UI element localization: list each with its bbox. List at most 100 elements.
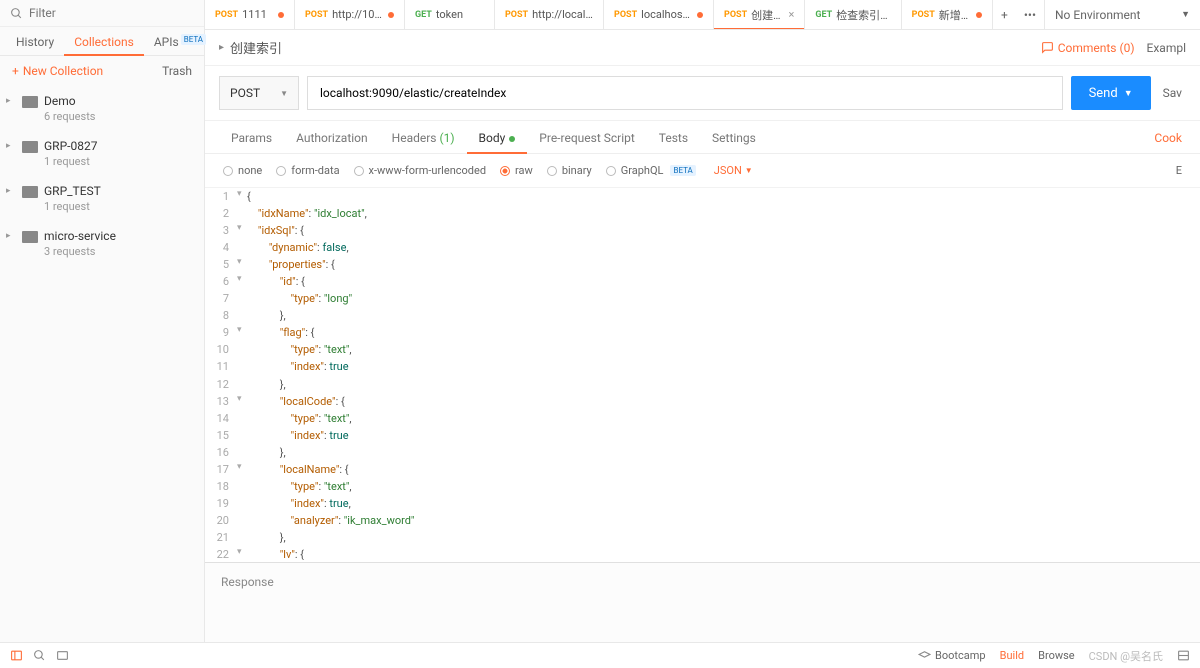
comments-button[interactable]: Comments (0) [1041,41,1135,55]
fold-toggle-icon[interactable]: ▾ [237,393,247,410]
find-icon[interactable] [33,649,46,662]
send-button[interactable]: Send▼ [1071,76,1151,110]
request-tab[interactable]: POST http://localho... [495,0,604,29]
trash-link[interactable]: Trash [162,64,192,78]
request-tab[interactable]: POST 创建索引× [714,0,805,29]
fold-toggle-icon[interactable] [237,444,247,461]
method-badge: POST [305,10,328,20]
method-select[interactable]: POST ▼ [219,76,299,110]
code-line[interactable]: 13 ▾ "localCode": { [205,393,1200,410]
code-line[interactable]: 14 "type": "text", [205,410,1200,427]
fold-toggle-icon[interactable] [237,495,247,512]
fold-toggle-icon[interactable]: ▾ [237,461,247,478]
code-line[interactable]: 20 "analyzer": "ik_max_word" [205,512,1200,529]
close-icon[interactable]: × [788,8,794,21]
fold-toggle-icon[interactable] [237,376,247,393]
code-editor[interactable]: 1 ▾ {2 "idxName": "idx_locat",3 ▾ "idxSq… [205,188,1200,562]
fold-toggle-icon[interactable]: ▾ [237,222,247,239]
collection-item[interactable]: ▸ GRP-08271 request [0,131,204,176]
new-collection-button[interactable]: +New Collection [12,64,103,78]
save-button[interactable]: Sav [1159,76,1186,110]
line-number: 11 [205,358,237,375]
request-tab[interactable]: POST 1111 [205,0,295,29]
body-type-graphql[interactable]: GraphQLBETA [606,164,696,177]
subtab-prerequest[interactable]: Pre-request Script [527,121,646,153]
code-line[interactable]: 22 ▾ "lv": { [205,546,1200,562]
body-type-raw[interactable]: raw [500,164,533,177]
code-line[interactable]: 6 ▾ "id": { [205,273,1200,290]
body-type-none[interactable]: none [223,164,262,177]
code-line[interactable]: 4 "dynamic": false, [205,239,1200,256]
code-line[interactable]: 2 "idxName": "idx_locat", [205,205,1200,222]
raw-format-select[interactable]: JSON▼ [714,164,753,177]
console-icon[interactable] [56,649,69,662]
request-tab[interactable]: POST localhost:9090... [604,0,714,29]
fold-toggle-icon[interactable] [237,529,247,546]
code-line[interactable]: 8 }, [205,307,1200,324]
panel-layout-icon[interactable] [1177,649,1190,662]
code-line[interactable]: 10 "type": "text", [205,341,1200,358]
cookies-link[interactable]: Cook [1150,121,1186,153]
fold-toggle-icon[interactable]: ▾ [237,546,247,562]
fold-toggle-icon[interactable] [237,341,247,358]
fold-toggle-icon[interactable]: ▾ [237,256,247,273]
code-line[interactable]: 11 "index": true [205,358,1200,375]
code-line[interactable]: 7 "type": "long" [205,290,1200,307]
fold-toggle-icon[interactable]: ▾ [237,273,247,290]
code-line[interactable]: 12 }, [205,376,1200,393]
code-line[interactable]: 1 ▾ { [205,188,1200,205]
fold-toggle-icon[interactable] [237,358,247,375]
fold-toggle-icon[interactable] [237,410,247,427]
unsaved-dot-icon [388,12,394,18]
body-type-binary[interactable]: binary [547,164,592,177]
tab-collections[interactable]: Collections [64,27,144,55]
url-input[interactable] [307,76,1063,110]
code-line[interactable]: 15 "index": true [205,427,1200,444]
fold-toggle-icon[interactable] [237,290,247,307]
body-type-xwww[interactable]: x-www-form-urlencoded [354,164,487,177]
request-tab[interactable]: POST http://10.128.... [295,0,405,29]
sidebar-toggle-icon[interactable] [10,649,23,662]
body-type-formdata[interactable]: form-data [276,164,339,177]
code-line[interactable]: 17 ▾ "localName": { [205,461,1200,478]
subtab-tests[interactable]: Tests [647,121,700,153]
build-link[interactable]: Build [1000,649,1024,662]
beautify-link[interactable]: E [1176,164,1182,177]
tab-history[interactable]: History [6,27,64,55]
examples-link[interactable]: Exampl [1147,41,1186,55]
code-line[interactable]: 18 "type": "text", [205,478,1200,495]
code-line[interactable]: 16 }, [205,444,1200,461]
collection-item[interactable]: ▸ GRP_TEST1 request [0,176,204,221]
method-badge: GET [815,10,832,20]
code-line[interactable]: 19 "index": true, [205,495,1200,512]
request-tab[interactable]: POST 新增数据 [902,0,993,29]
fold-toggle-icon[interactable] [237,205,247,222]
fold-toggle-icon[interactable] [237,427,247,444]
collection-item[interactable]: ▸ Demo6 requests [0,86,204,131]
fold-toggle-icon[interactable]: ▾ [237,188,247,205]
bootcamp-link[interactable]: Bootcamp [918,649,986,662]
fold-toggle-icon[interactable] [237,307,247,324]
subtab-authorization[interactable]: Authorization [284,121,380,153]
fold-toggle-icon[interactable]: ▾ [237,324,247,341]
request-tab[interactable]: GET 检查索引存在 [805,0,901,29]
fold-toggle-icon[interactable] [237,512,247,529]
fold-toggle-icon[interactable] [237,478,247,495]
fold-toggle-icon[interactable] [237,239,247,256]
request-tab[interactable]: GET token [405,0,495,29]
collection-item[interactable]: ▸ micro-service3 requests [0,221,204,266]
subtab-headers[interactable]: Headers(1) [380,121,467,153]
tab-apis[interactable]: APIsBETA [144,27,216,55]
code-line[interactable]: 5 ▾ "properties": { [205,256,1200,273]
filter-input[interactable] [29,6,194,20]
subtab-settings[interactable]: Settings [700,121,768,153]
browse-link[interactable]: Browse [1038,649,1075,662]
tab-menu-button[interactable]: ••• [1016,8,1044,22]
subtab-params[interactable]: Params [219,121,284,153]
code-line[interactable]: 21 }, [205,529,1200,546]
subtab-body[interactable]: Body [467,121,528,153]
new-tab-button[interactable]: + [993,8,1016,22]
code-line[interactable]: 9 ▾ "flag": { [205,324,1200,341]
environment-select[interactable]: No Environment ▼ [1045,0,1200,29]
code-line[interactable]: 3 ▾ "idxSql": { [205,222,1200,239]
